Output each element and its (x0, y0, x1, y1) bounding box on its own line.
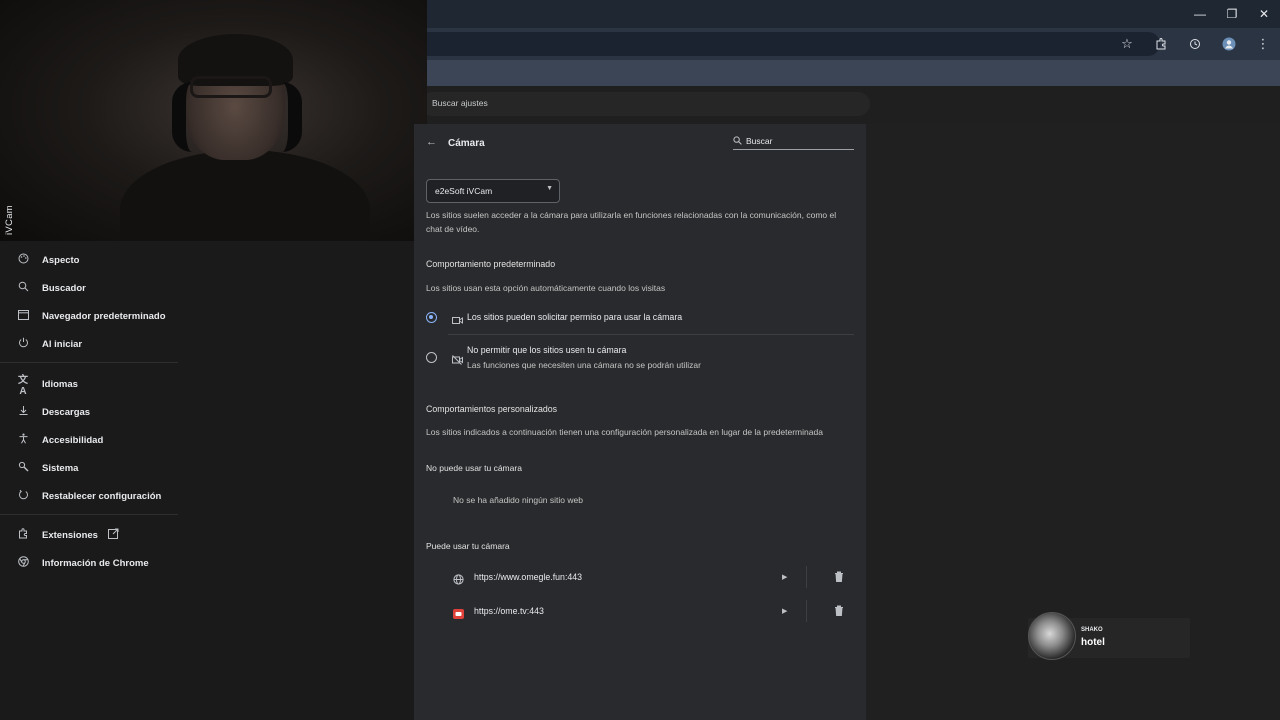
camera-device-select[interactable]: e2eSoft iVCam ▼ (426, 179, 560, 203)
chevron-right-icon[interactable]: ▶ (782, 573, 787, 581)
camera-description-line1: Los sitios suelen acceder a la cámara pa… (426, 210, 837, 220)
sidebar-item-navegador-predeterminado[interactable]: Navegador predeterminado (0, 302, 200, 330)
webcam-label: iVCam (4, 204, 15, 235)
sidebar-item-label: Al iniciar (42, 338, 83, 350)
delete-icon[interactable] (834, 605, 844, 619)
option-block-sublabel: Las funciones que necesiten una cámara n… (467, 360, 701, 370)
settings-search-input[interactable]: Buscar ajustes (420, 92, 870, 116)
search-placeholder: Buscar (746, 136, 773, 146)
sidebar-item-al-iniciar[interactable]: Al iniciar (0, 330, 200, 358)
sidebar-divider (0, 514, 178, 515)
power-icon (16, 337, 30, 351)
sidebar-item-label: Restablecer configuración (42, 490, 162, 502)
webcam-overlay (0, 0, 427, 241)
divider (806, 566, 807, 588)
radio-block[interactable] (426, 352, 437, 363)
divider (448, 334, 854, 335)
divider (806, 600, 807, 622)
star-icon[interactable]: ☆ (1110, 32, 1144, 56)
restore-button[interactable]: ❐ (1216, 0, 1248, 28)
puzzle-icon (16, 528, 30, 542)
avatar (1028, 612, 1076, 660)
custom-behavior-subheading: Los sitios indicados a continuación tien… (426, 427, 823, 437)
sidebar-item-label: Sistema (42, 462, 79, 474)
camera-description-line2: chat de vídeo. (426, 224, 480, 234)
option-allow-label[interactable]: Los sitios pueden solicitar permiso para… (467, 312, 682, 322)
wrench-icon (16, 461, 30, 475)
open-in-new-icon (107, 528, 119, 542)
videocam-off-icon (452, 352, 463, 370)
videocam-icon (452, 312, 463, 330)
device-select-value: e2eSoft iVCam (435, 186, 493, 196)
sidebar-item-label: Idiomas (42, 378, 78, 390)
site-url[interactable]: https://www.omegle.fun:443 (474, 572, 582, 582)
search-icon (16, 281, 30, 295)
address-bar[interactable] (400, 32, 1160, 56)
sidebar-item-sistema[interactable]: Sistema (0, 454, 200, 482)
chevron-down-icon: ▼ (546, 185, 553, 192)
back-arrow-icon[interactable]: ← (426, 136, 437, 148)
person-headset (172, 82, 302, 152)
profile-icon[interactable] (1212, 32, 1246, 56)
default-behavior-subheading: Los sitios usan esta opción automáticame… (426, 283, 666, 293)
sidebar-item-restablecer[interactable]: Restablecer configuración (0, 482, 200, 510)
sidebar-item-informacion-chrome[interactable]: Información de Chrome (0, 549, 200, 577)
sidebar-item-label: Extensiones (42, 529, 98, 541)
sidebar-item-accesibilidad[interactable]: Accesibilidad (0, 426, 200, 454)
chevron-right-icon[interactable]: ▶ (782, 607, 787, 615)
sidebar-item-label: Información de Chrome (42, 557, 149, 569)
sidebar-item-aspecto[interactable]: Aspecto (0, 246, 200, 274)
sidebar-item-descargas[interactable]: Descargas (0, 398, 200, 426)
notification-message: hotel (1081, 637, 1105, 648)
chrome-icon (16, 556, 30, 570)
blocked-sites-empty: No se ha añadido ningún sitio web (453, 495, 583, 505)
radio-allow[interactable] (426, 312, 437, 323)
sidebar-divider (0, 362, 178, 363)
sidebar-item-label: Navegador predeterminado (42, 310, 166, 322)
history-icon[interactable] (1178, 32, 1212, 56)
camera-search-input[interactable]: Buscar (733, 136, 854, 150)
download-icon (16, 405, 30, 419)
delete-icon[interactable] (834, 571, 844, 585)
palette-icon (16, 253, 30, 267)
accessibility-icon (16, 433, 30, 447)
sidebar-item-label: Aspecto (42, 254, 80, 266)
search-icon (733, 136, 742, 147)
person-body (120, 150, 370, 241)
toolbar-icons: ☆ ⋮ (1110, 32, 1280, 56)
close-button[interactable]: ✕ (1248, 0, 1280, 28)
sidebar-item-buscador[interactable]: Buscador (0, 274, 200, 302)
menu-icon[interactable]: ⋮ (1246, 32, 1280, 56)
window-controls: — ❐ ✕ (1184, 0, 1280, 28)
site-url[interactable]: https://ome.tv:443 (474, 606, 544, 616)
globe-icon (453, 572, 464, 590)
ometv-favicon-icon (453, 606, 464, 624)
custom-behavior-heading: Comportamientos personalizados (426, 404, 558, 414)
option-block-label[interactable]: No permitir que los sitios usen tu cámar… (467, 345, 626, 355)
sidebar-item-extensiones[interactable]: Extensiones (0, 521, 200, 549)
sidebar-item-label: Descargas (42, 406, 91, 418)
browser-icon (16, 309, 30, 323)
page-title: Cámara (448, 138, 485, 149)
translate-icon: 文A (18, 375, 28, 397)
blocked-sites-heading: No puede usar tu cámara (426, 463, 522, 473)
extensions-icon[interactable] (1144, 32, 1178, 56)
default-behavior-heading: Comportamiento predeterminado (426, 259, 556, 269)
allowed-sites-heading: Puede usar tu cámara (426, 541, 510, 551)
notification-username: SHAKO (1081, 627, 1103, 633)
reset-icon (16, 489, 30, 503)
sidebar-item-label: Accesibilidad (42, 434, 104, 446)
sidebar-item-label: Buscador (42, 282, 86, 294)
minimize-button[interactable]: — (1184, 0, 1216, 28)
sidebar-item-idiomas[interactable]: 文A Idiomas (0, 370, 200, 398)
